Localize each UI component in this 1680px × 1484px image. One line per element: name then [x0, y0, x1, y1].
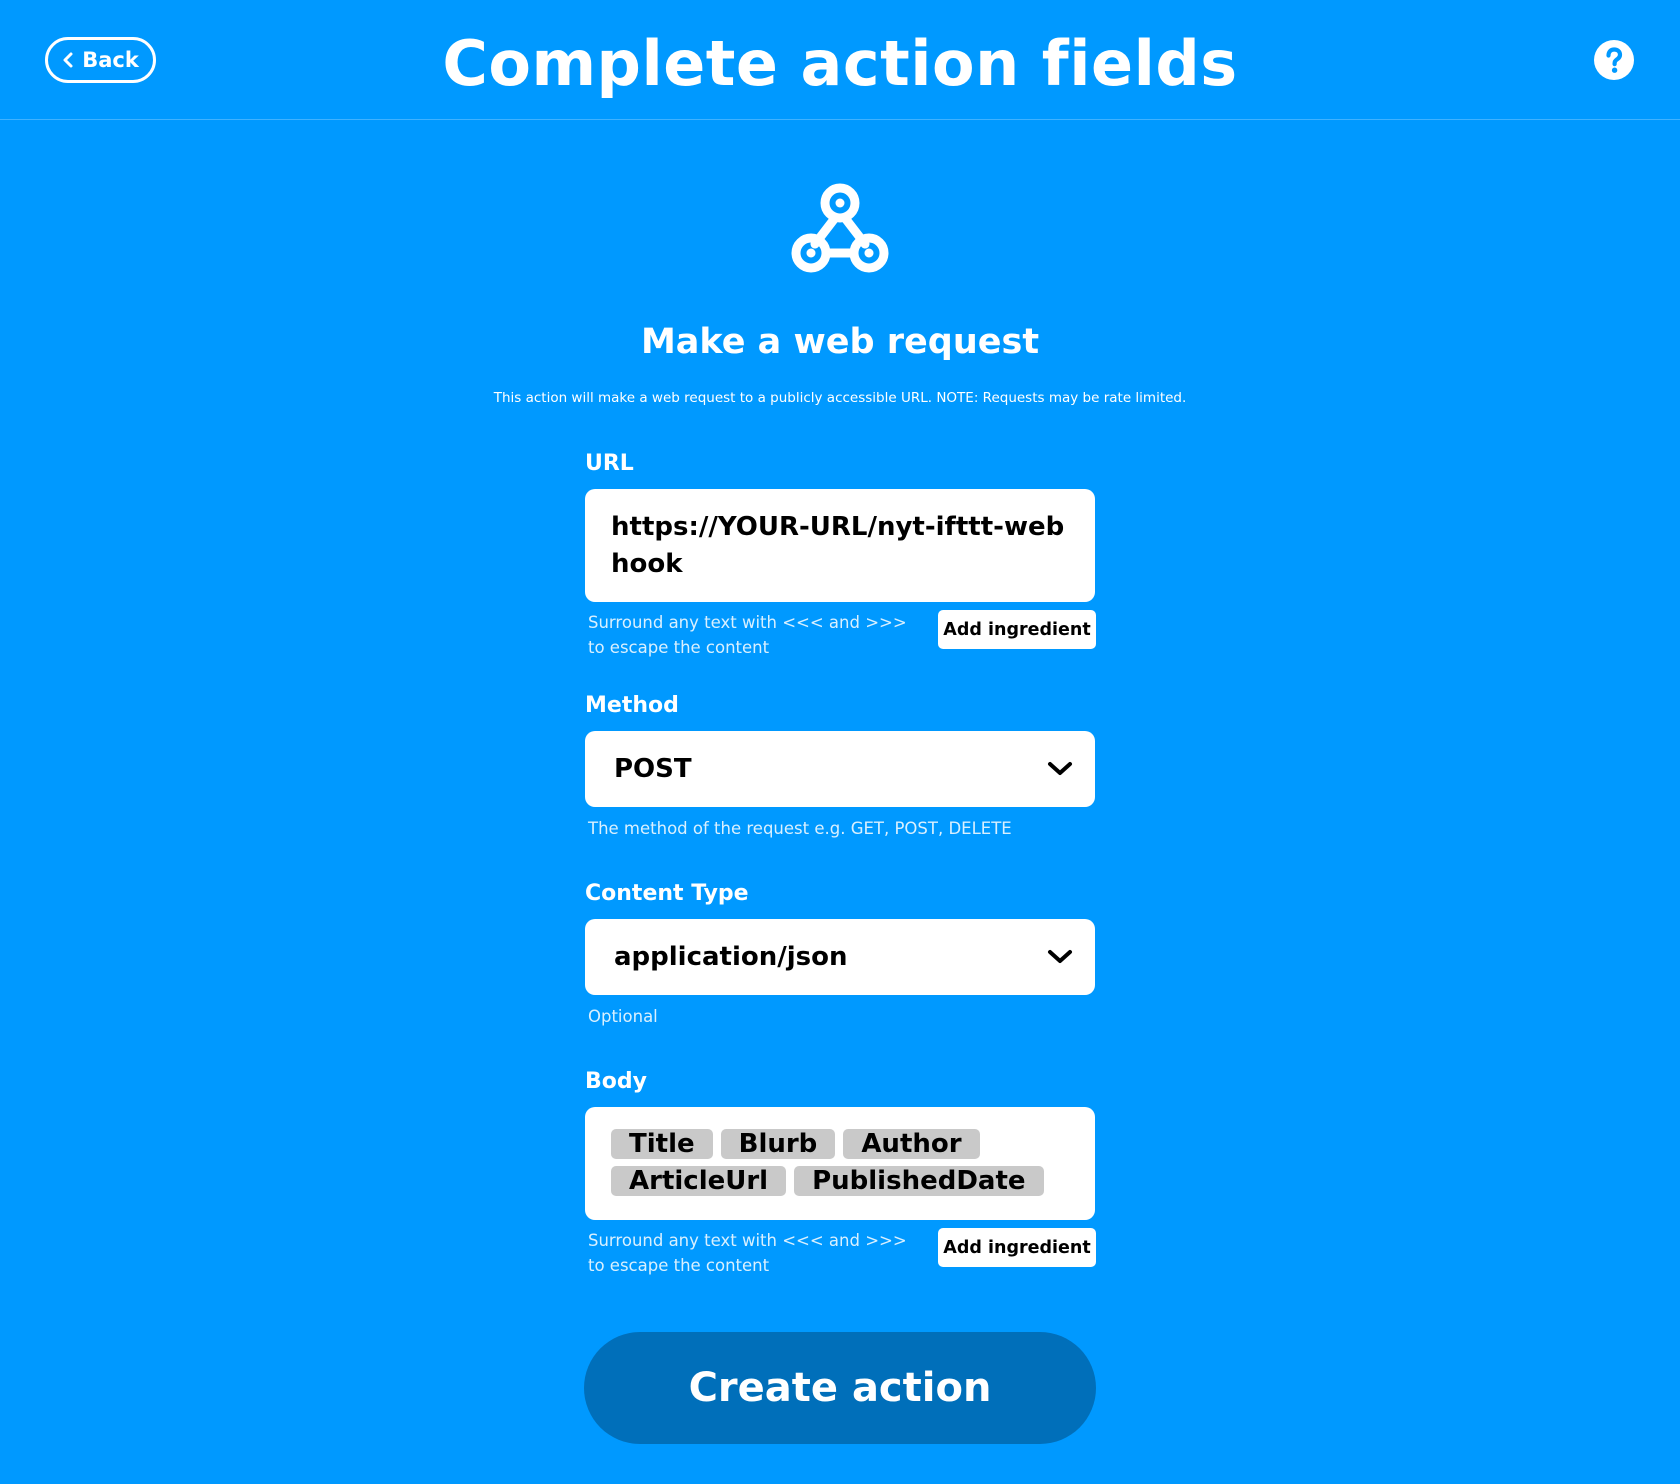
- create-action-button[interactable]: Create action: [584, 1332, 1096, 1444]
- url-input[interactable]: https://YOUR-URL/nyt-ifttt-webhook: [585, 489, 1095, 602]
- ingredient-pill-published-date[interactable]: PublishedDate: [794, 1166, 1044, 1196]
- ingredient-pill-blurb[interactable]: Blurb: [720, 1129, 836, 1159]
- url-add-ingredient-button[interactable]: Add ingredient: [938, 610, 1096, 649]
- content-type-label: Content Type: [585, 881, 749, 906]
- ingredient-pill-title[interactable]: Title: [611, 1129, 713, 1159]
- body-input[interactable]: Title Blurb Author ArticleUrl PublishedD…: [585, 1107, 1095, 1220]
- webhooks-icon: [791, 183, 889, 273]
- url-hint: Surround any text with <<< and >>> to es…: [588, 613, 907, 657]
- question-circle-icon[interactable]: [1594, 40, 1634, 80]
- chevron-down-icon: [1048, 762, 1072, 775]
- ingredient-pill-author[interactable]: Author: [843, 1129, 980, 1159]
- method-select[interactable]: POST: [585, 731, 1095, 807]
- content-type-value: application/json: [614, 942, 848, 972]
- action-description: This action will make a web request to a…: [493, 390, 1187, 406]
- method-value: POST: [614, 754, 692, 784]
- action-title: Make a web request: [640, 322, 1040, 362]
- ingredient-pill-article-url[interactable]: ArticleUrl: [611, 1166, 787, 1196]
- content-type-select[interactable]: application/json: [585, 919, 1095, 995]
- content-type-hint: Optional: [588, 1007, 658, 1026]
- body-label: Body: [585, 1069, 647, 1094]
- body-add-ingredient-button[interactable]: Add ingredient: [938, 1228, 1096, 1267]
- method-label: Method: [585, 693, 679, 718]
- method-hint: The method of the request e.g. GET, POST…: [588, 819, 1012, 838]
- page-title: Complete action fields: [442, 27, 1238, 100]
- url-label: URL: [585, 451, 634, 476]
- chevron-down-icon: [1048, 950, 1072, 963]
- header-bar: Back Complete action fields: [0, 0, 1680, 120]
- body-hint: Surround any text with <<< and >>> to es…: [588, 1231, 907, 1275]
